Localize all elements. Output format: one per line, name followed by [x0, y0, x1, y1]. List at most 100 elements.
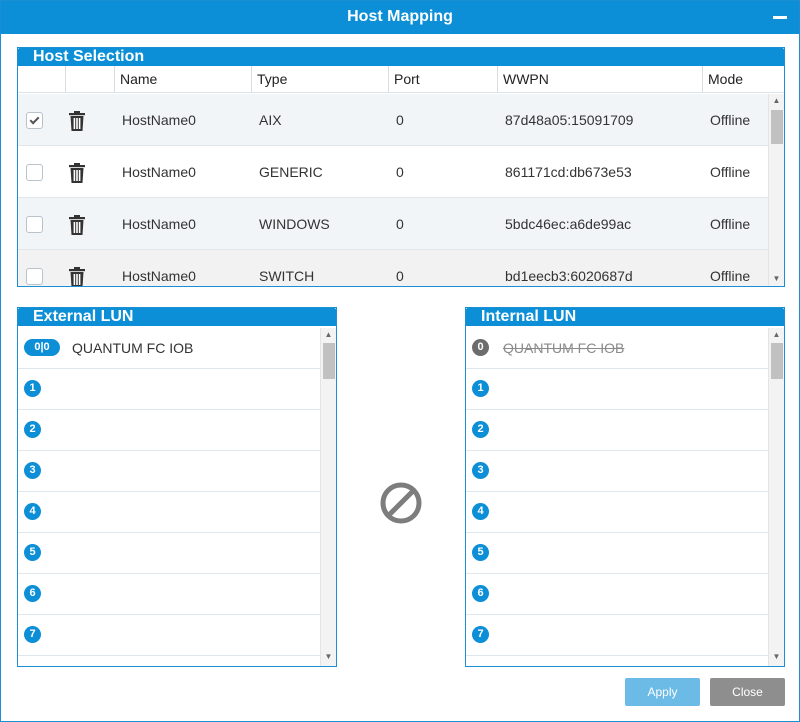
apply-button[interactable]: Apply — [625, 678, 700, 706]
lun-number-badge: 4 — [24, 503, 41, 520]
internal-lun-list: 0 QUANTUM FC IOB 1 2 3 4 5 6 7 — [466, 328, 768, 666]
table-row[interactable]: HostName0 WINDOWS 0 5bdc46ec:a6de99ac Offlin… — [18, 198, 768, 250]
cell-wwpn: 5bdc46ec:a6de99ac — [505, 216, 632, 232]
lun-number-badge: 7 — [24, 626, 41, 643]
lun-row[interactable]: 4 — [466, 492, 768, 533]
cell-port: 0 — [396, 216, 404, 232]
header-select — [18, 66, 65, 93]
cell-wwpn: bd1eecb3:6020687d — [505, 268, 633, 284]
cell-port: 0 — [396, 164, 404, 180]
host-selection-header: Host Selection — [18, 48, 784, 66]
lun-row[interactable]: 0|0 QUANTUM FC IOB — [18, 328, 320, 369]
external-lun-scrollbar[interactable]: ▲ ▼ — [320, 328, 336, 666]
cell-name: HostName0 — [122, 112, 196, 128]
row-checkbox[interactable] — [26, 216, 43, 233]
host-selection-panel: Host Selection Name Type Port WWPN Mode … — [17, 47, 785, 287]
row-checkbox[interactable] — [26, 268, 43, 285]
cell-mode: Offline — [710, 112, 751, 128]
lun-row[interactable]: 3 — [466, 451, 768, 492]
lun-row[interactable]: 1 — [18, 369, 320, 410]
no-mapping-icon — [380, 482, 422, 524]
lun-row[interactable]: 6 — [18, 574, 320, 615]
host-scrollbar[interactable]: ▲ ▼ — [768, 94, 784, 286]
lun-row[interactable]: 3 — [18, 451, 320, 492]
cell-port: 0 — [396, 268, 404, 284]
internal-lun-header: Internal LUN — [466, 308, 784, 326]
lun-row[interactable]: 0 QUANTUM FC IOB — [466, 328, 768, 369]
scroll-down-icon[interactable]: ▼ — [769, 650, 784, 664]
lun-row[interactable]: 1 — [466, 369, 768, 410]
cell-name: HostName0 — [122, 164, 196, 180]
external-lun-list: 0|0 QUANTUM FC IOB 1 2 3 4 5 6 7 — [18, 328, 320, 666]
lun-number-badge: 6 — [24, 585, 41, 602]
lun-number-badge: 2 — [472, 421, 489, 438]
scroll-thumb[interactable] — [323, 343, 335, 379]
lun-row[interactable]: 4 — [18, 492, 320, 533]
host-table-body: HostName0 AIX 0 87d48a05:15091709 Offline Hos… — [18, 94, 768, 286]
scroll-thumb[interactable] — [771, 343, 783, 379]
header-name[interactable]: Name — [114, 66, 251, 93]
cell-type: AIX — [259, 112, 282, 128]
lun-number-badge: 3 — [472, 462, 489, 479]
title-bar: Host Mapping — [1, 1, 799, 34]
table-row[interactable]: HostName0 SWITCH 0 bd1eecb3:6020687d Offline — [18, 250, 768, 286]
trash-icon[interactable] — [68, 215, 86, 235]
scroll-up-icon[interactable]: ▲ — [321, 328, 336, 342]
cell-mode: Offline — [710, 268, 751, 284]
table-row[interactable]: HostName0 AIX 0 87d48a05:15091709 Offline — [18, 94, 768, 146]
lun-number-badge: 3 — [24, 462, 41, 479]
trash-icon[interactable] — [68, 163, 86, 183]
trash-icon[interactable] — [68, 267, 86, 286]
header-wwpn[interactable]: WWPN — [497, 66, 702, 93]
lun-number-badge: 0 — [472, 339, 489, 356]
lun-row[interactable]: 7 — [466, 615, 768, 656]
header-port[interactable]: Port — [388, 66, 497, 93]
lun-number-badge: 5 — [472, 544, 489, 561]
header-mode[interactable]: Mode — [702, 66, 784, 93]
close-button[interactable]: Close — [710, 678, 785, 706]
header-delete — [65, 66, 114, 93]
lun-row[interactable]: 7 — [18, 615, 320, 656]
lun-name: QUANTUM FC IOB — [503, 340, 625, 356]
lun-row[interactable]: 5 — [18, 533, 320, 574]
cell-mode: Offline — [710, 216, 751, 232]
scroll-up-icon[interactable]: ▲ — [769, 328, 784, 342]
trash-icon[interactable] — [68, 111, 86, 131]
scroll-down-icon[interactable]: ▼ — [321, 650, 336, 664]
lun-row[interactable]: 2 — [18, 410, 320, 451]
cell-port: 0 — [396, 112, 404, 128]
host-table-header: Name Type Port WWPN Mode — [18, 66, 784, 93]
scroll-thumb[interactable] — [771, 110, 783, 144]
lun-number-badge: 6 — [472, 585, 489, 602]
scroll-down-icon[interactable]: ▼ — [769, 272, 784, 286]
cell-mode: Offline — [710, 164, 751, 180]
lun-number-badge: 7 — [472, 626, 489, 643]
lun-number-badge: 5 — [24, 544, 41, 561]
lun-number-badge: 4 — [472, 503, 489, 520]
lun-row[interactable]: 2 — [466, 410, 768, 451]
lun-row[interactable]: 6 — [466, 574, 768, 615]
lun-name: QUANTUM FC IOB — [72, 340, 194, 356]
lun-number-badge: 2 — [24, 421, 41, 438]
cell-type: GENERIC — [259, 164, 323, 180]
external-lun-header: External LUN — [18, 308, 336, 326]
external-lun-panel: External LUN 0|0 QUANTUM FC IOB 1 2 3 4 5 6 7 ▲ … — [17, 307, 337, 667]
dialog-title: Host Mapping — [347, 8, 453, 25]
header-type[interactable]: Type — [251, 66, 388, 93]
internal-lun-scrollbar[interactable]: ▲ ▼ — [768, 328, 784, 666]
internal-lun-panel: Internal LUN 0 QUANTUM FC IOB 1 2 3 4 5 6 7 ▲ ▼ — [465, 307, 785, 667]
lun-number-badge: 1 — [472, 380, 489, 397]
lun-number-badge: 1 — [24, 380, 41, 397]
cell-name: HostName0 — [122, 216, 196, 232]
cell-type: WINDOWS — [259, 216, 330, 232]
checkmark-icon — [29, 114, 40, 125]
minimize-icon[interactable] — [773, 16, 787, 19]
row-checkbox[interactable] — [26, 164, 43, 181]
lun-row[interactable]: 5 — [466, 533, 768, 574]
table-row[interactable]: HostName0 GENERIC 0 861171cd:db673e53 Offlin… — [18, 146, 768, 198]
scroll-up-icon[interactable]: ▲ — [769, 94, 784, 108]
host-mapping-dialog: Host Mapping Host Selection Name Type Po… — [0, 0, 800, 722]
lun-number-badge: 0|0 — [24, 339, 60, 356]
row-checkbox[interactable] — [26, 112, 43, 129]
cell-type: SWITCH — [259, 268, 315, 284]
